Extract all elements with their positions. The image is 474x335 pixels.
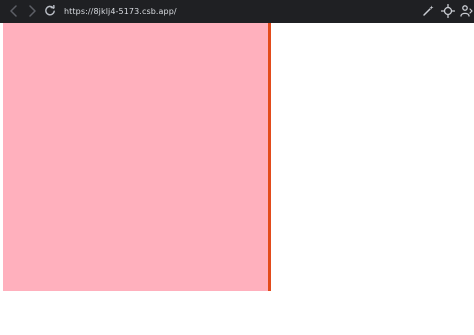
crosshair-glyph	[441, 4, 455, 18]
reload-glyph	[45, 5, 55, 16]
person-pin-glyph	[460, 5, 473, 17]
browser-toolbar: https://8jklj4-5173.csb.app/	[0, 0, 474, 23]
chevron-right-icon[interactable]	[24, 3, 40, 19]
browser-window: https://8jklj4-5173.csb.app/	[0, 0, 474, 335]
reload-icon[interactable]	[42, 3, 58, 19]
person-pin-icon[interactable]	[459, 4, 473, 18]
chevron-left-icon[interactable]	[6, 3, 22, 19]
pink-panel	[3, 23, 269, 291]
address-bar-url[interactable]: https://8jklj4-5173.csb.app/	[64, 4, 177, 19]
magic-wand-icon[interactable]	[421, 4, 435, 18]
page-viewport	[0, 23, 474, 335]
resize-divider[interactable]	[268, 23, 271, 291]
crosshair-icon[interactable]	[441, 4, 455, 18]
forward-arrow-glyph	[29, 5, 36, 17]
wand-glyph	[423, 5, 434, 16]
back-arrow-glyph	[10, 5, 17, 17]
